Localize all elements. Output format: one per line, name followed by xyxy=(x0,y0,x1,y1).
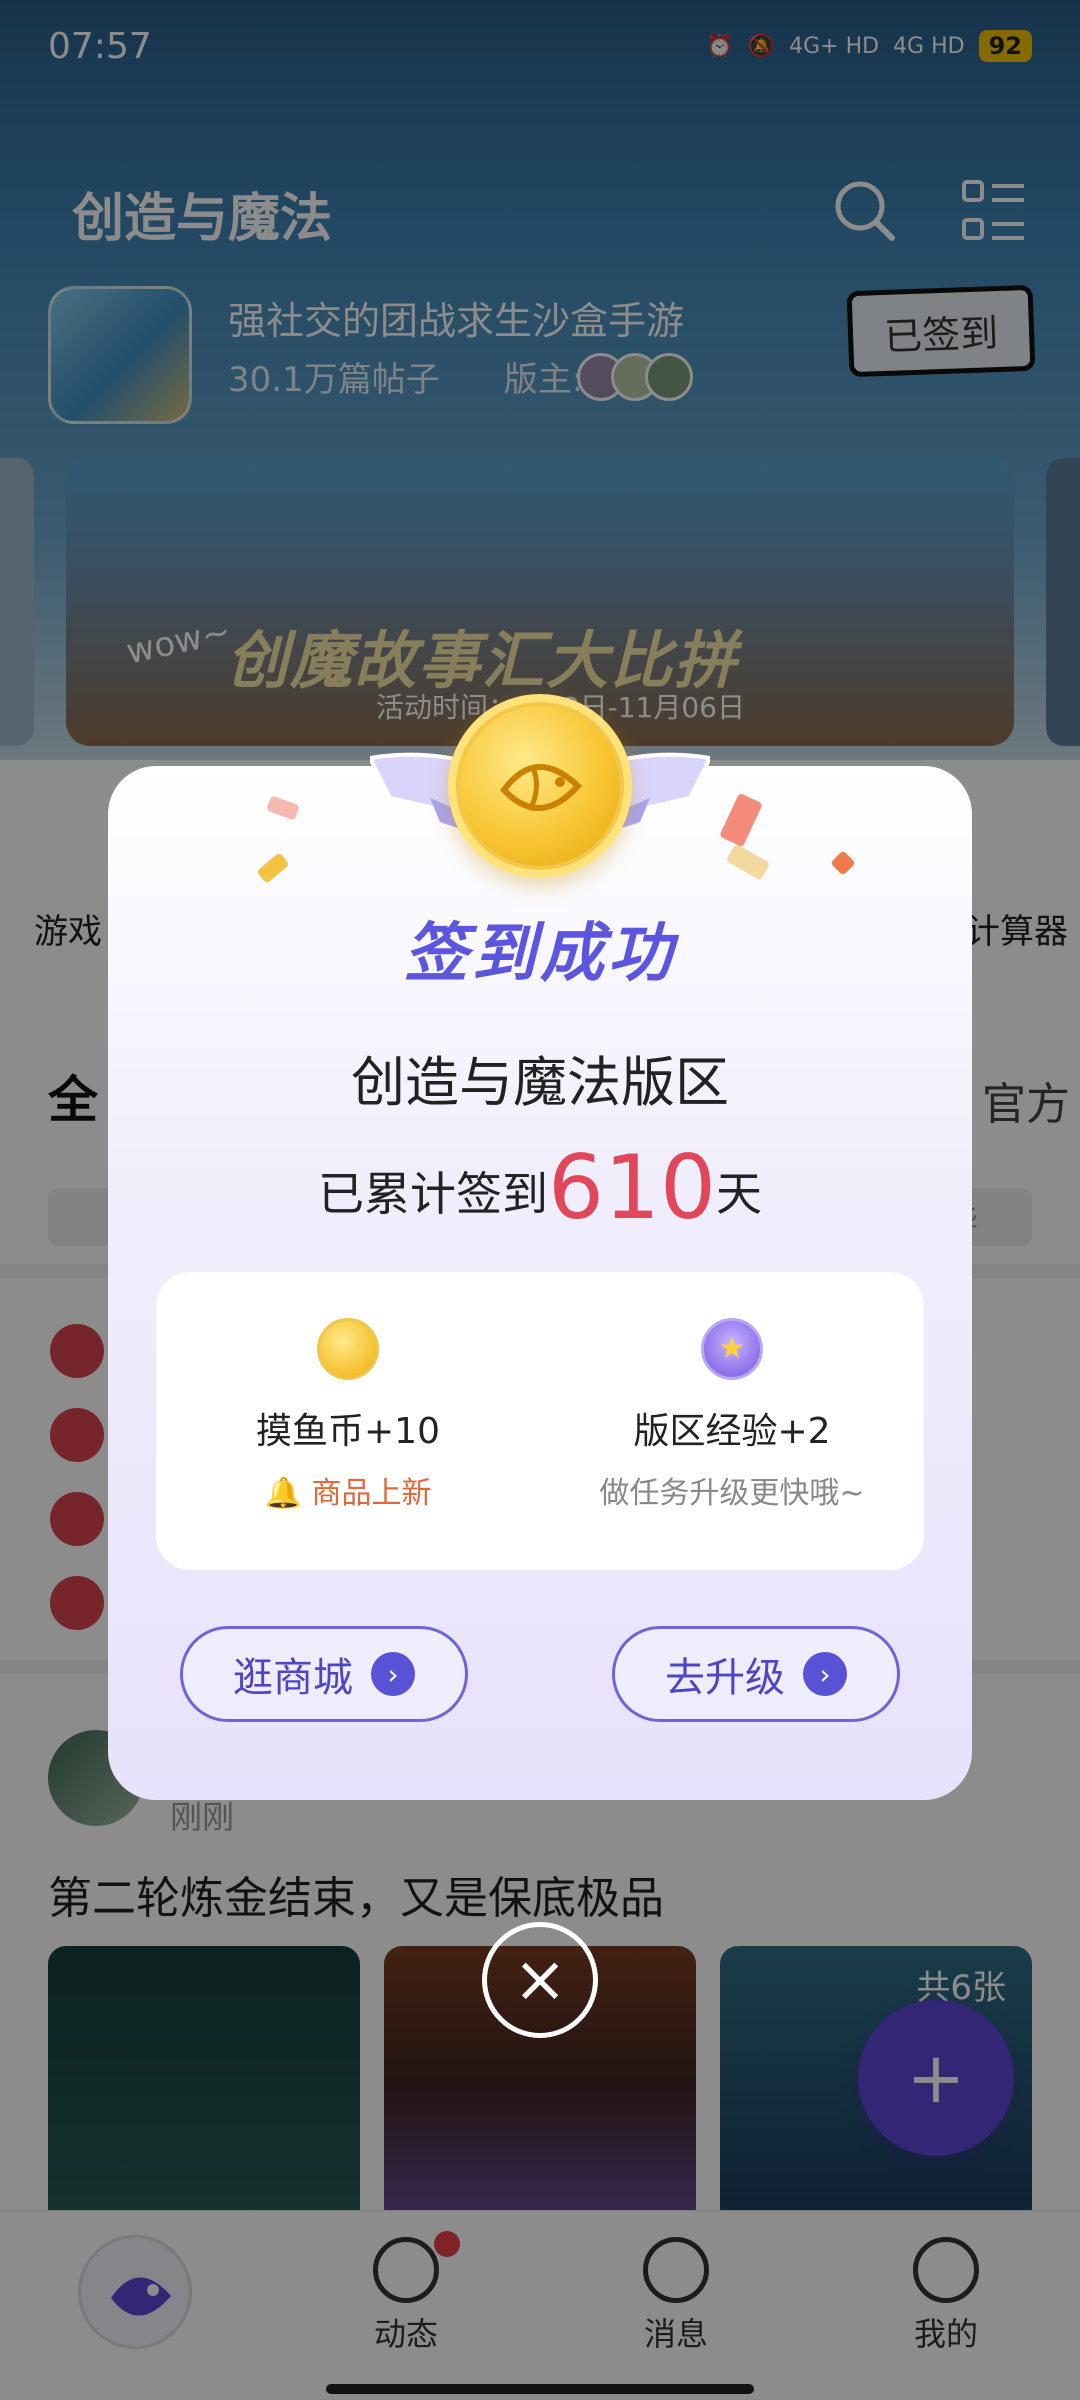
shop-button[interactable]: 逛商城 › xyxy=(180,1626,468,1722)
new-items-label: 商品上新 xyxy=(311,1476,432,1511)
reward-card: 摸鱼币+10 🔔 商品上新 版区经验+2 做任务升级更快哦~ xyxy=(156,1272,924,1570)
confetti xyxy=(266,795,300,821)
arrow-right-icon: › xyxy=(803,1652,847,1696)
streak-prefix: 已累计签到 xyxy=(318,1167,549,1221)
reward-exp-hint: 做任务升级更快哦~ xyxy=(599,1476,865,1511)
streak-suffix: 天 xyxy=(715,1167,762,1221)
streak-text: 已累计签到610天 xyxy=(108,1136,972,1239)
arrow-right-icon: › xyxy=(371,1652,415,1696)
close-icon[interactable]: × xyxy=(482,1922,598,2038)
confetti xyxy=(725,843,771,881)
reward-exp-title: 版区经验+2 xyxy=(633,1411,831,1452)
streak-days: 610 xyxy=(548,1136,716,1239)
fish-coin-icon xyxy=(317,1318,379,1380)
confetti xyxy=(830,850,856,876)
new-items-link[interactable]: 🔔 商品上新 xyxy=(156,1468,540,1512)
reward-coins-title: 摸鱼币+10 xyxy=(256,1411,440,1452)
upgrade-button[interactable]: 去升级 › xyxy=(612,1626,900,1722)
success-title: 签到成功 xyxy=(404,917,676,991)
bell-icon: 🔔 xyxy=(264,1476,302,1511)
checkin-success-dialog: 签到成功 创造与魔法版区 已累计签到610天 摸鱼币+10 🔔 商品上新 版区经… xyxy=(108,766,972,1800)
upgrade-button-label: 去升级 xyxy=(665,1655,785,1701)
reward-exp: 版区经验+2 做任务升级更快哦~ xyxy=(540,1318,924,1512)
reward-coins: 摸鱼币+10 🔔 商品上新 xyxy=(156,1318,540,1512)
level-badge-icon xyxy=(701,1318,763,1380)
shop-button-label: 逛商城 xyxy=(233,1655,353,1701)
confetti xyxy=(256,852,290,884)
board-name: 创造与魔法版区 xyxy=(351,1051,729,1114)
fish-coin-icon xyxy=(448,694,632,878)
confetti xyxy=(719,792,763,848)
